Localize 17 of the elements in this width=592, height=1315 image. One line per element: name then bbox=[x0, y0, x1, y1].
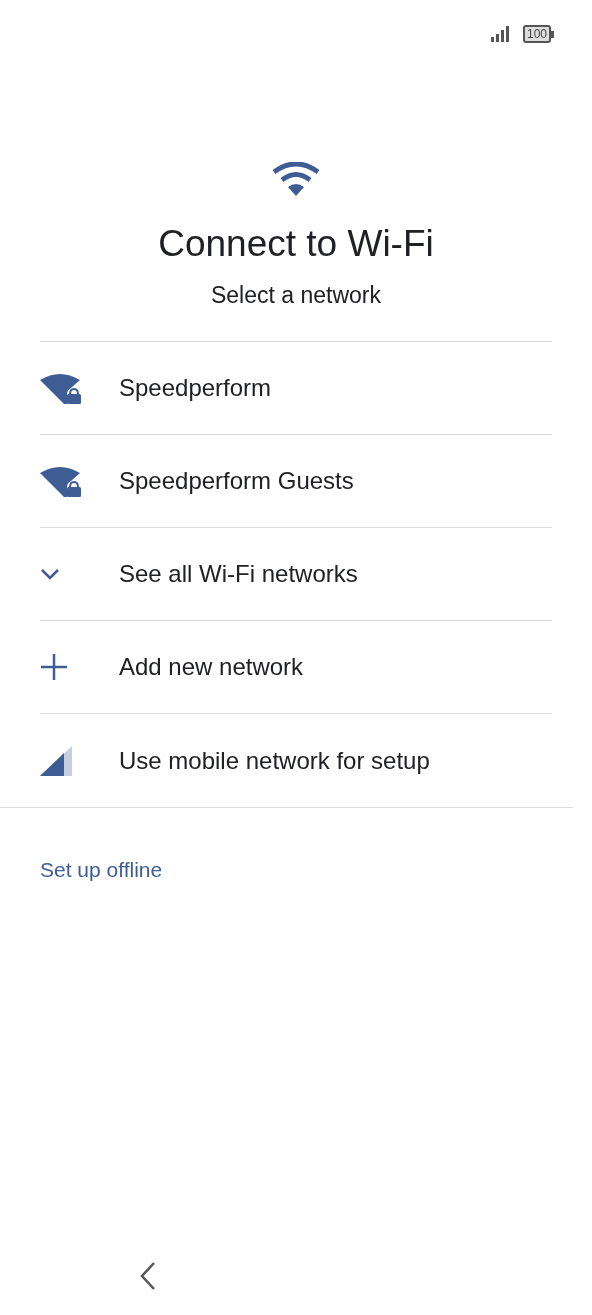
wifi-lock-icon bbox=[40, 372, 82, 404]
battery-icon: 100 bbox=[522, 25, 554, 43]
network-option[interactable]: See all Wi-Fi networks bbox=[40, 528, 552, 621]
plus-icon bbox=[40, 653, 68, 681]
network-option[interactable]: Add new network bbox=[40, 621, 552, 714]
wifi-icon bbox=[272, 162, 320, 196]
page-title: Connect to Wi-Fi bbox=[158, 222, 434, 266]
wifi-lock-icon bbox=[40, 465, 82, 497]
set-up-offline-link[interactable]: Set up offline bbox=[40, 858, 163, 881]
network-option[interactable]: Speedperform Guests bbox=[40, 435, 552, 528]
network-option[interactable]: Use mobile network for setup bbox=[40, 714, 552, 807]
signal-icon bbox=[490, 26, 511, 42]
chevron-down-icon bbox=[40, 568, 60, 580]
page-subtitle: Select a network bbox=[211, 281, 381, 310]
network-option[interactable]: Speedperform bbox=[40, 342, 552, 435]
back-icon[interactable] bbox=[138, 1261, 158, 1291]
cell-signal-icon bbox=[40, 745, 72, 776]
